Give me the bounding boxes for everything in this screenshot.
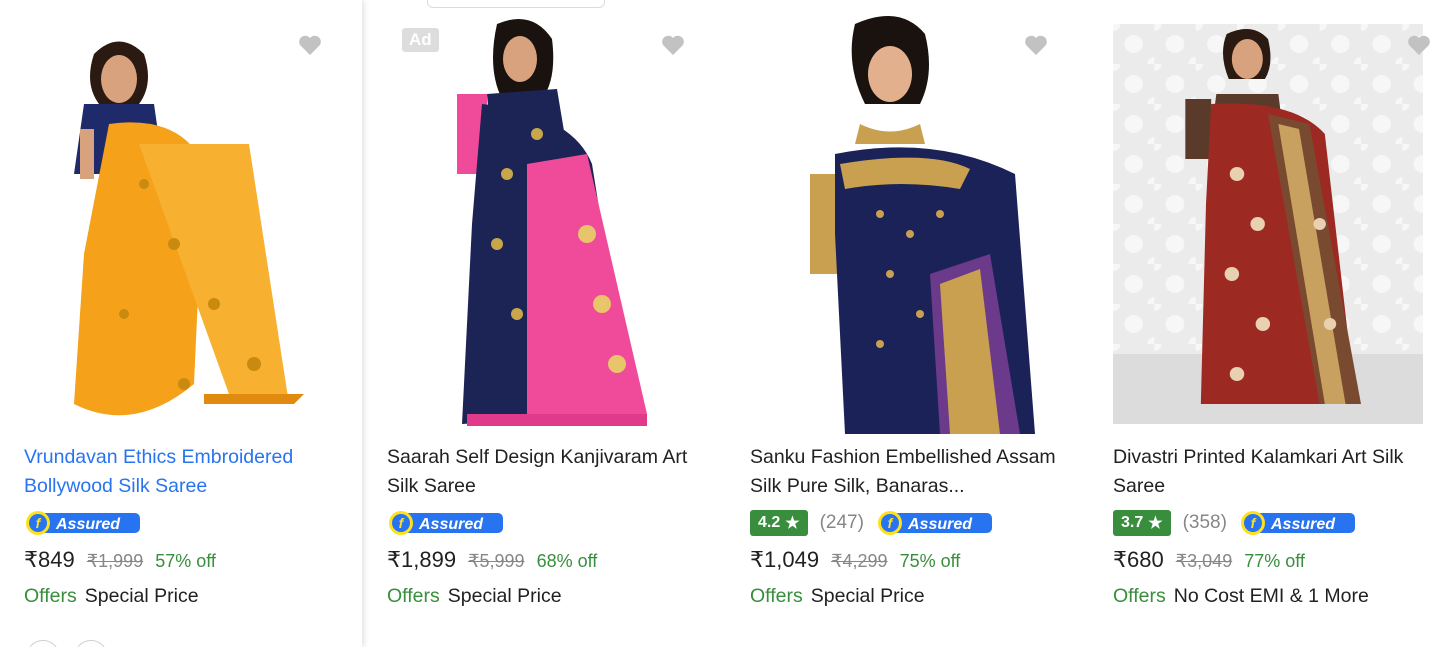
product-badges: f Assured [24, 510, 142, 536]
color-swatch[interactable] [74, 640, 108, 647]
product-card[interactable]: Divastri Printed Kalamkari Art Silk Sare… [1089, 0, 1439, 647]
price-row: ₹1,899 ₹5,999 68% off [387, 547, 597, 573]
dropdown-popup-edge [427, 0, 605, 8]
offers-text: Special Price [84, 585, 199, 607]
ad-badge: Ad [402, 28, 439, 52]
rating-value: 3.7 [1121, 514, 1144, 531]
discount-percent: 77% off [1244, 551, 1305, 571]
rating-badge: 4.2 ★ [750, 510, 808, 536]
offers-text: No Cost EMI & 1 More [1173, 585, 1369, 607]
product-image[interactable] [387, 14, 697, 434]
product-grid: Vrundavan Ethics Embroidered Bollywood S… [0, 0, 1439, 647]
rating-value: 4.2 [758, 514, 781, 531]
price-row: ₹1,049 ₹4,299 75% off [750, 547, 960, 573]
rating-badge: 3.7 ★ [1113, 510, 1171, 536]
original-price: ₹5,999 [468, 551, 525, 571]
star-icon: ★ [1148, 515, 1163, 532]
offers-row: Offers Special Price [750, 585, 925, 608]
product-image[interactable] [24, 14, 334, 434]
offers-label: Offers [387, 585, 440, 607]
svg-text:Assured: Assured [907, 516, 973, 533]
selling-price: ₹680 [1113, 547, 1164, 572]
offers-text: Special Price [810, 585, 925, 607]
flipkart-assured-icon: f Assured [876, 510, 994, 536]
flipkart-assured-icon: f Assured [24, 510, 142, 536]
discount-percent: 57% off [155, 551, 216, 571]
offers-label: Offers [750, 585, 803, 607]
wishlist-heart-icon[interactable] [1024, 34, 1048, 56]
wishlist-heart-icon[interactable] [298, 34, 322, 56]
star-icon: ★ [785, 515, 800, 532]
product-badges: 4.2 ★ (247) f Assured [750, 510, 994, 536]
offers-label: Offers [24, 585, 77, 607]
discount-percent: 68% off [536, 551, 598, 571]
rating-count: (358) [1182, 512, 1227, 533]
offers-row: Offers Special Price [24, 585, 199, 608]
svg-text:Assured: Assured [418, 516, 484, 533]
selling-price: ₹1,899 [387, 547, 457, 572]
flipkart-assured-icon: f Assured [387, 510, 505, 536]
price-row: ₹849 ₹1,999 57% off [24, 547, 216, 573]
product-badges: f Assured [387, 510, 505, 536]
product-title[interactable]: Saarah Self Design Kanjivaram Art Silk S… [387, 443, 707, 501]
product-badges: 3.7 ★ (358) f Assured [1113, 510, 1357, 536]
original-price: ₹3,049 [1175, 551, 1233, 571]
original-price: ₹1,999 [86, 551, 144, 571]
original-price: ₹4,299 [831, 551, 888, 571]
offers-row: Offers Special Price [387, 585, 562, 608]
offers-label: Offers [1113, 585, 1166, 607]
offers-text: Special Price [447, 585, 562, 607]
product-title[interactable]: Vrundavan Ethics Embroidered Bollywood S… [24, 443, 344, 501]
product-card[interactable]: Ad Saarah Self Design Kanjivaram Art Sil… [363, 0, 725, 647]
wishlist-heart-icon[interactable] [1407, 34, 1431, 56]
selling-price: ₹1,049 [750, 547, 820, 572]
rating-count: (247) [819, 512, 864, 533]
wishlist-heart-icon[interactable] [661, 34, 685, 56]
price-row: ₹680 ₹3,049 77% off [1113, 547, 1305, 573]
product-title[interactable]: Divastri Printed Kalamkari Art Silk Sare… [1113, 443, 1433, 501]
product-image[interactable] [750, 14, 1060, 434]
discount-percent: 75% off [899, 551, 961, 571]
offers-row: Offers No Cost EMI & 1 More [1113, 585, 1369, 608]
product-card[interactable]: Sanku Fashion Embellished Assam Silk Pur… [726, 0, 1088, 647]
color-swatch[interactable] [26, 640, 60, 647]
svg-text:Assured: Assured [1270, 516, 1336, 533]
selling-price: ₹849 [24, 547, 75, 572]
product-image[interactable] [1113, 24, 1423, 424]
product-card[interactable]: Vrundavan Ethics Embroidered Bollywood S… [0, 0, 362, 647]
svg-text:Assured: Assured [55, 516, 121, 533]
flipkart-assured-icon: f Assured [1239, 510, 1357, 536]
product-title[interactable]: Sanku Fashion Embellished Assam Silk Pur… [750, 443, 1070, 501]
